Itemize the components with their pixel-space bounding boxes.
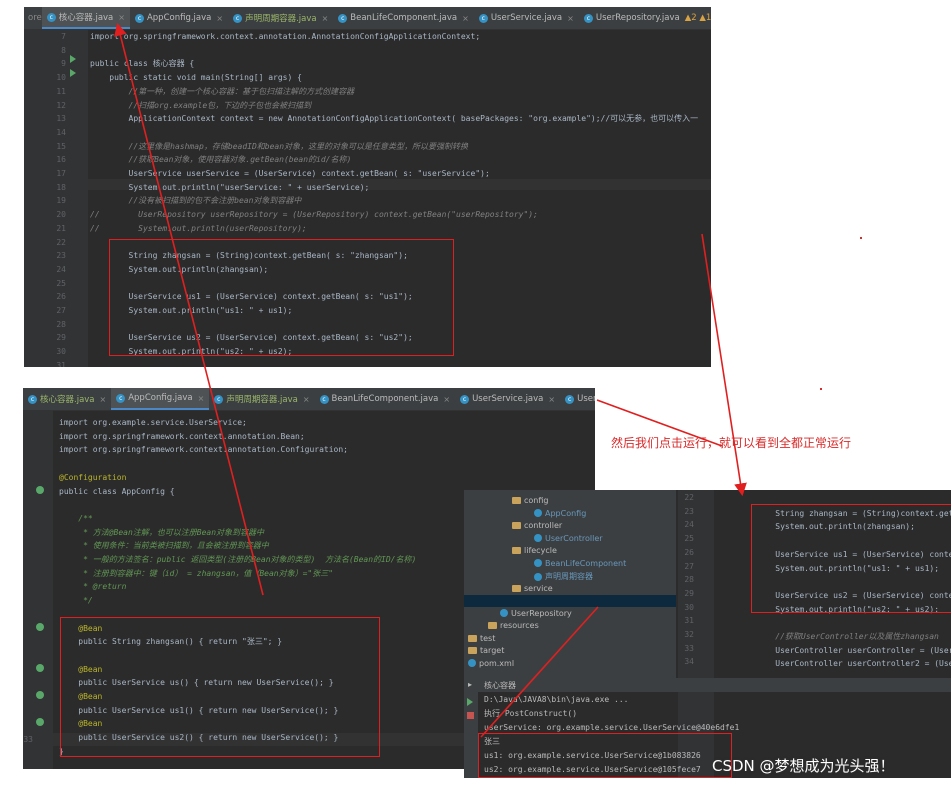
arrow-from-tabbar	[596, 399, 723, 447]
arrow-to-run	[701, 233, 747, 497]
annotation-arrows	[114, 22, 747, 738]
arrow-to-top-tab	[114, 22, 264, 596]
arrow-console-to-box	[480, 606, 599, 738]
